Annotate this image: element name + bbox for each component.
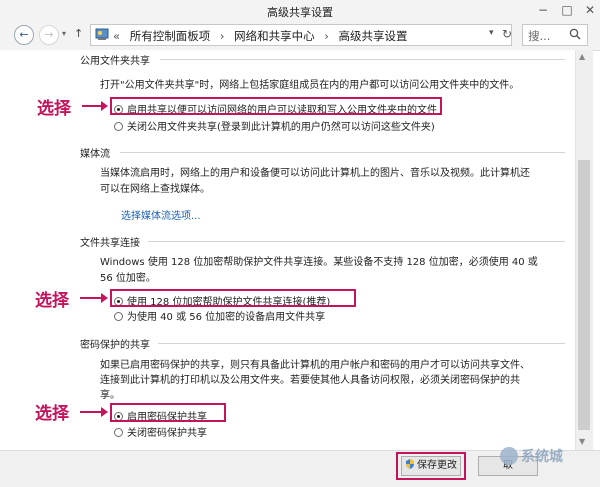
section-divider [160,59,565,60]
forward-button[interactable]: → [39,25,59,45]
watermark-logo: 系统城 [500,446,563,466]
section-divider [148,241,565,242]
annotation-arrow-icon [82,101,108,111]
annotation-arrow-icon [80,293,108,303]
radio-label: 为使用 40 或 56 位加密的设备启用文件共享 [127,312,326,323]
history-dropdown-icon[interactable]: ▾ [62,29,66,38]
section-heading-file-sharing: 文件共享连接 [80,238,140,249]
address-dropdown-icon[interactable]: ▾ [489,28,494,38]
file-sharing-description-line2: 56 位加密。 [100,273,156,284]
search-placeholder: 搜... [528,29,551,43]
refresh-icon[interactable]: ↻ [502,27,512,41]
radio-label: 关闭密码保护共享 [127,428,207,439]
media-description-line1: 当媒体流启用时，网络上的用户和设备便可以访问此计算机上的图片、音乐以及视频。此计… [100,168,530,179]
control-panel-icon [95,28,109,40]
radio-password-off[interactable]: 关闭密码保护共享 [114,424,207,439]
annotation-label: 选择 [37,99,71,119]
search-icon[interactable] [569,28,581,40]
breadcrumb: « 所有控制面板项 › 网络和共享中心 › 高级共享设置 [113,28,414,44]
maximize-button[interactable]: □ [555,0,579,20]
minimize-button[interactable]: − [531,0,555,20]
radio-label: 关闭公用文件夹共享(登录到此计算机的用户仍然可以访问这些文件夹) [127,122,435,133]
up-button[interactable]: ↑ [74,27,83,40]
section-divider [120,152,565,153]
close-button[interactable]: ✕ [578,0,600,20]
radio-button[interactable] [114,122,123,131]
window-title: 高级共享设置 [267,6,333,19]
radio-40-56bit[interactable]: 为使用 40 或 56 位加密的设备启用文件共享 [114,308,325,323]
scroll-up-arrow-icon[interactable]: ▲ [579,52,585,61]
password-description-line2: 连接到此计算机的打印机以及公用文件夹。若要使其他人具备访问权限，必须关闭密码保护… [100,375,520,386]
media-description-line2: 可以在网络上查找媒体。 [100,184,210,195]
breadcrumb-prefix[interactable]: « [113,29,120,43]
radio-button[interactable] [114,312,123,321]
annotation-arrow-icon [80,407,108,417]
annotation-label: 选择 [35,404,69,424]
password-description-line3: 享。 [100,390,120,401]
breadcrumb-item-advanced-sharing[interactable]: 高级共享设置 [339,29,408,43]
scroll-down-arrow-icon[interactable]: ▼ [579,437,585,446]
section-divider [158,343,565,344]
watermark-text: 系统城 [521,449,563,465]
highlight-box [396,452,466,480]
section-heading-password: 密码保护的共享 [80,340,150,351]
password-description-line1: 如果已启用密码保护的共享，则只有具备此计算机的用户帐户和密码的用户才可以访问共享… [100,360,530,371]
radio-button[interactable] [114,428,123,437]
annotation-label: 选择 [35,291,69,311]
back-button[interactable]: ← [14,25,34,45]
breadcrumb-separator: › [324,29,329,43]
watermark-badge-icon [500,447,518,465]
breadcrumb-item-control-panel[interactable]: 所有控制面板项 [130,29,211,43]
section-heading-public-folder: 公用文件夹共享 [80,56,150,67]
breadcrumb-separator: › [219,29,225,43]
radio-public-off[interactable]: 关闭公用文件夹共享(登录到此计算机的用户仍然可以访问这些文件夹) [114,118,435,133]
file-sharing-description-line1: Windows 使用 128 位加密帮助保护文件共享连接。某些设备不支持 128… [100,257,538,268]
highlight-box [110,289,356,307]
public-folder-description: 打开"公用文件夹共享"时，网络上包括家庭组成员在内的用户都可以访问公用文件夹中的… [100,80,520,91]
highlight-box [110,403,226,422]
media-options-link[interactable]: 选择媒体流选项... [121,207,201,222]
section-heading-media: 媒体流 [80,149,110,160]
scrollbar-thumb[interactable] [578,160,590,430]
breadcrumb-item-network-center[interactable]: 网络和共享中心 [234,29,315,43]
highlight-box [110,97,442,115]
